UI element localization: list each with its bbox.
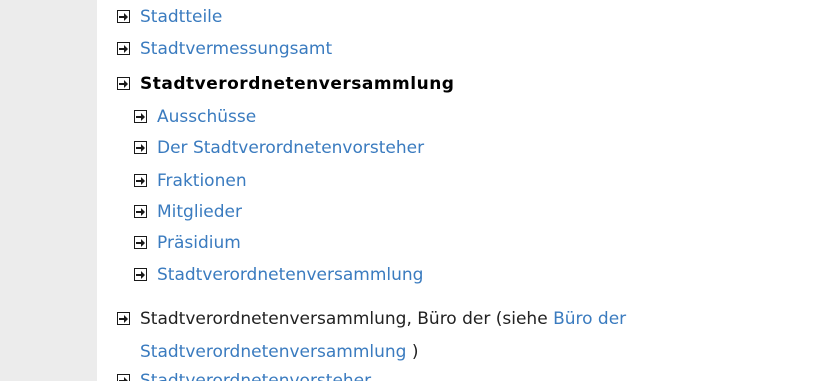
sub-list-item: Stadtverordnetenversammlung [134, 265, 423, 285]
link-stadtverordnetenvorsteher-main[interactable]: Stadtverordnetenvorsteher [140, 371, 371, 381]
link-praesidium[interactable]: Präsidium [157, 233, 241, 253]
list-item: Stadtverordnetenversammlung [117, 74, 454, 94]
arrow-into-box-icon [134, 236, 147, 249]
arrow-into-box-icon [134, 174, 147, 187]
arrow-into-box-icon [117, 42, 130, 55]
sub-list-item: Ausschüsse [134, 107, 256, 127]
list-item: Stadtvermessungsamt [117, 39, 332, 59]
sub-list-item: Mitglieder [134, 202, 242, 222]
arrow-into-box-icon [134, 141, 147, 154]
list-item-buero-continuation: Stadtverordnetenversammlung ) [140, 342, 419, 362]
list-item-cutoff: Stadtverordnetenvorsteher [117, 371, 371, 381]
arrow-into-box-icon [117, 374, 130, 381]
arrow-into-box-icon [117, 77, 130, 90]
link-ausschuesse[interactable]: Ausschüsse [157, 107, 256, 127]
link-fraktionen[interactable]: Fraktionen [157, 171, 247, 191]
link-stadtverordnetenversammlung-sub[interactable]: Stadtverordnetenversammlung [157, 265, 423, 285]
sub-list-item: Präsidium [134, 233, 241, 253]
arrow-into-box-icon [117, 10, 130, 23]
buero-entry-text: Stadtverordnetenversammlung, Büro der (s… [140, 309, 554, 329]
link-stadtverordnetenvorsteher[interactable]: Der Stadtverordnetenvorsteher [157, 138, 424, 158]
link-buero-der[interactable]: Büro der [553, 309, 626, 329]
arrow-into-box-icon [134, 110, 147, 123]
page: Stadtteile Stadtvermessungsamt Stadtvero… [0, 0, 817, 381]
current-item-stadtverordnetenversammlung: Stadtverordnetenversammlung [140, 74, 455, 94]
arrow-into-box-icon [134, 205, 147, 218]
arrow-into-box-icon [117, 312, 130, 325]
link-stadtteile[interactable]: Stadtteile [140, 7, 222, 27]
list-item-buero: Stadtverordnetenversammlung, Büro der (s… [117, 309, 626, 329]
link-stadtvermessungsamt[interactable]: Stadtvermessungsamt [140, 39, 332, 59]
arrow-into-box-icon [134, 268, 147, 281]
sub-list-item: Fraktionen [134, 171, 247, 191]
link-mitglieder[interactable]: Mitglieder [157, 202, 242, 222]
link-buero-der-continuation[interactable]: Stadtverordnetenversammlung [140, 342, 406, 362]
left-gutter [0, 0, 97, 381]
buero-entry-suffix: ) [406, 342, 419, 362]
sub-list-item: Der Stadtverordnetenvorsteher [134, 138, 424, 158]
list-item: Stadtteile [117, 7, 222, 27]
